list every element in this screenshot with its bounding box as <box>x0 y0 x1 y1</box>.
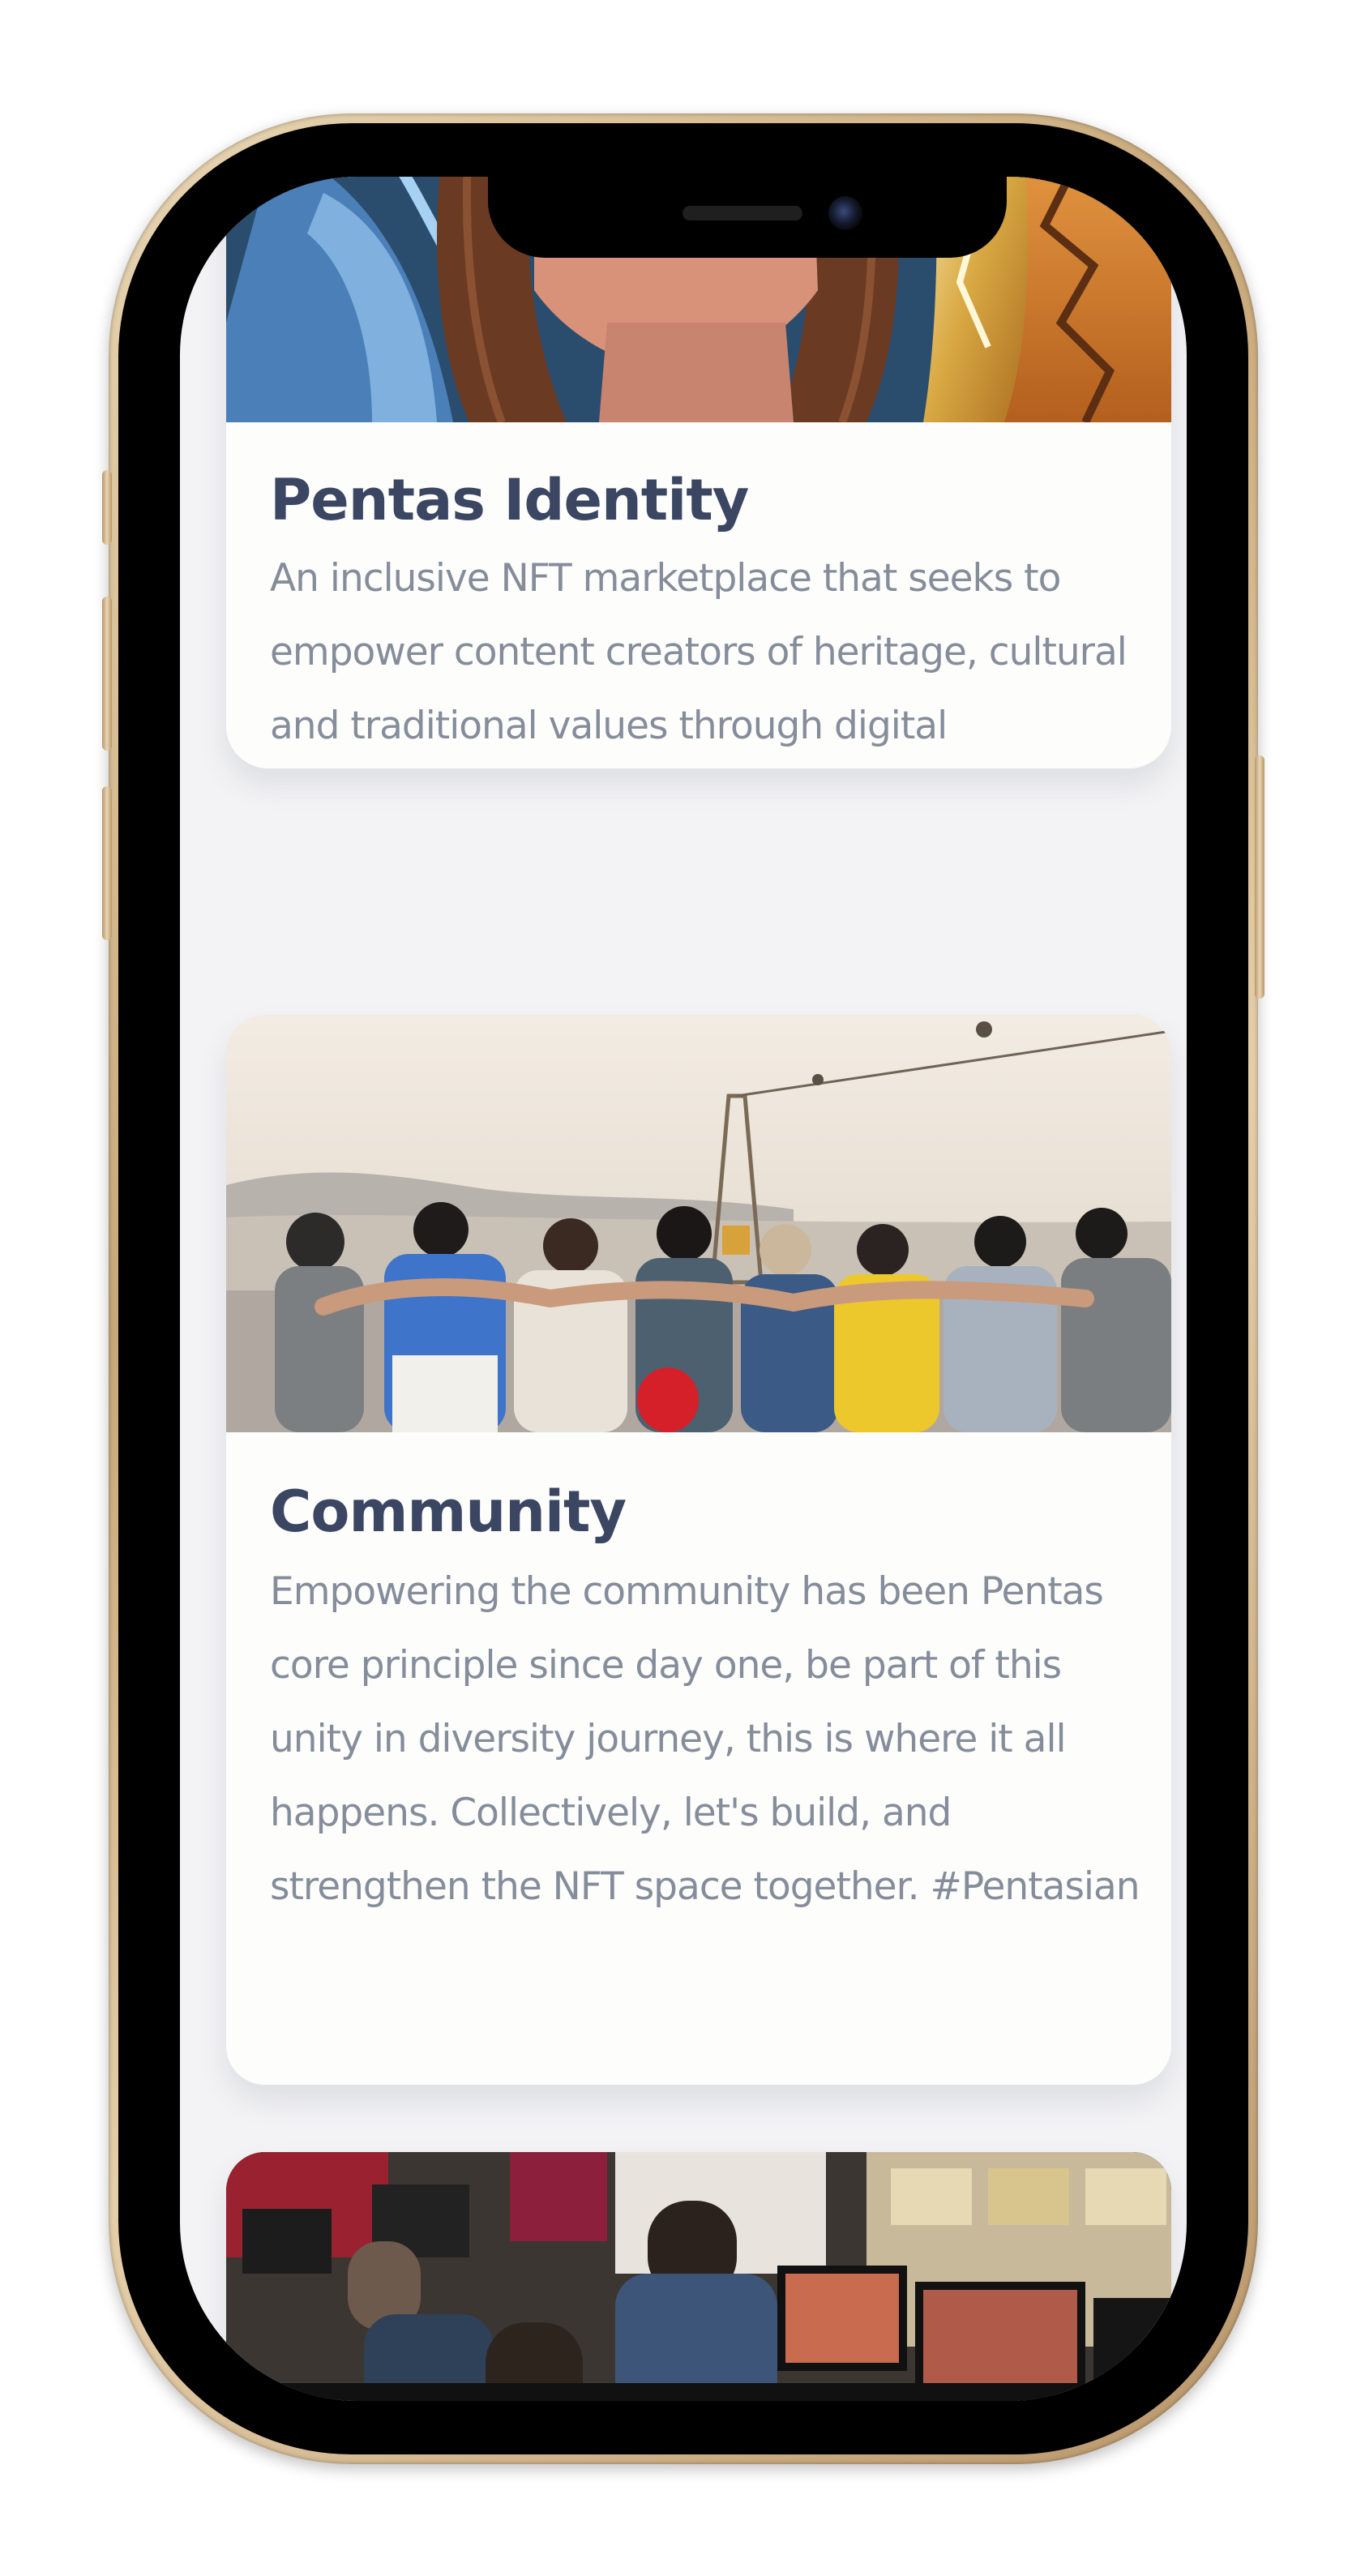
volume-up-button <box>102 597 112 751</box>
office-photo <box>226 2152 1171 2401</box>
power-button <box>1255 755 1264 999</box>
volume-down-button <box>102 786 112 940</box>
card-office[interactable] <box>226 2152 1171 2401</box>
community-photo <box>226 1015 1171 1432</box>
phone-bezel: Pentas Identity An inclusive NFT marketp… <box>118 123 1248 2454</box>
card-title: Community <box>270 1478 627 1545</box>
phone-screen[interactable]: Pentas Identity An inclusive NFT marketp… <box>180 177 1187 2401</box>
card-community[interactable]: Community Empowering the community has b… <box>226 1015 1171 2085</box>
card-image-community <box>226 1015 1171 1432</box>
speaker-grille <box>682 206 802 220</box>
screen-bottom-edge <box>180 2383 1187 2401</box>
silent-switch <box>102 470 112 545</box>
card-description: Empowering the community has been Pentas… <box>270 1569 1140 1909</box>
card-image-office <box>226 2152 1171 2401</box>
card-pentas-identity[interactable]: Pentas Identity An inclusive NFT marketp… <box>226 177 1171 768</box>
card-title: Pentas Identity <box>270 467 749 533</box>
front-camera-icon <box>828 196 862 230</box>
phone-frame: Pentas Identity An inclusive NFT marketp… <box>102 113 1264 2464</box>
card-description: An inclusive NFT marketplace that seeks … <box>270 556 1128 748</box>
notch <box>488 177 1007 258</box>
